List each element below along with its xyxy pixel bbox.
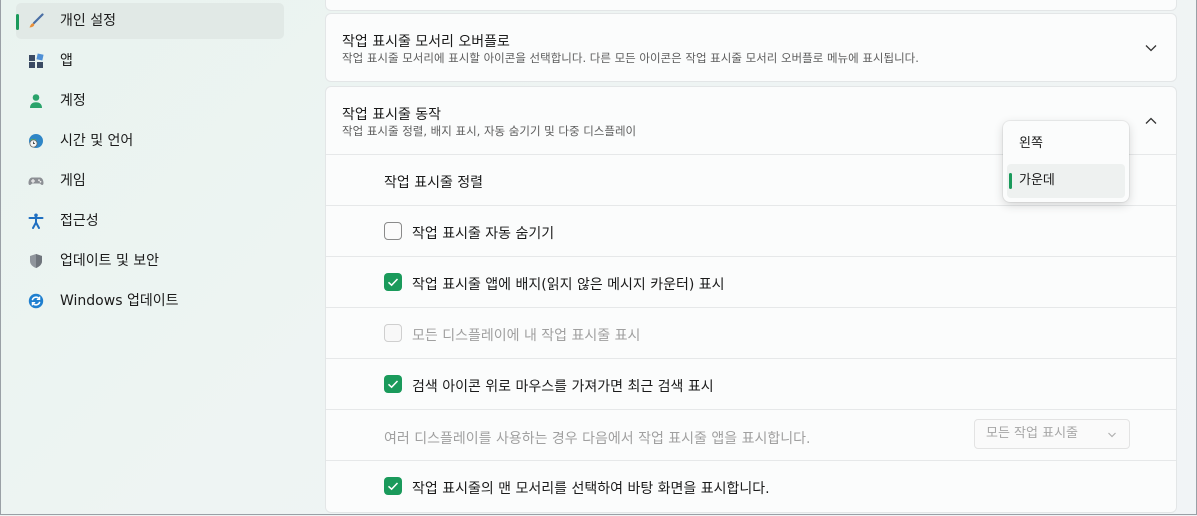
corner-desktop-checkbox[interactable] xyxy=(384,477,402,495)
alignment-label: 작업 표시줄 정렬 xyxy=(384,175,484,191)
checkmark-icon xyxy=(387,380,399,389)
all-displays-checkbox xyxy=(384,324,402,342)
card-title: 작업 표시줄 모서리 오버플로 xyxy=(342,34,510,50)
navigation-sidebar: 개인 설정 앱 계정 시간 및 언어 게임 접근성 업데이트 및 보안 Wind… xyxy=(0,0,300,516)
recent-search-label: 검색 아이콘 위로 마우스를 가져가면 최근 검색 표시 xyxy=(412,379,714,395)
sidebar-item-windows-update[interactable]: Windows 업데이트 xyxy=(16,283,284,319)
paintbrush-icon xyxy=(29,13,44,28)
sidebar-item-label: 개인 설정 xyxy=(60,13,116,29)
taskbar-corner-overflow-card[interactable]: 작업 표시줄 모서리 오버플로 작업 표시줄 모서리에 표시할 아이콘을 선택합… xyxy=(325,13,1177,82)
card-description: 작업 표시줄 정렬, 배지 표시, 자동 숨기기 및 다중 디스플레이 xyxy=(342,124,637,138)
badge-label: 작업 표시줄 앱에 배지(읽지 않은 메시지 카운터) 표시 xyxy=(412,277,725,293)
accessibility-icon xyxy=(28,213,44,229)
option-label: 가운데 xyxy=(1019,173,1055,188)
option-label: 왼쪽 xyxy=(1019,136,1043,151)
chevron-down-icon xyxy=(1108,432,1116,438)
windows-update-icon xyxy=(28,293,44,309)
chevron-up-icon[interactable] xyxy=(1144,114,1158,128)
selection-indicator xyxy=(1009,173,1012,189)
globe-clock-icon xyxy=(29,134,43,148)
card-description: 작업 표시줄 모서리에 표시할 아이콘을 선택합니다. 다른 모든 아이콘은 작… xyxy=(342,51,919,65)
multi-display-label: 여러 디스플레이를 사용하는 경우 다음에서 작업 표시줄 앱을 표시합니다. xyxy=(384,431,811,447)
sidebar-item-label: 시간 및 언어 xyxy=(60,133,134,149)
recent-search-row[interactable]: 검색 아이콘 위로 마우스를 가져가면 최근 검색 표시 xyxy=(326,358,1176,410)
previous-setting-card xyxy=(325,0,1177,11)
sidebar-item-label: Windows 업데이트 xyxy=(60,293,179,309)
sidebar-item-personalization[interactable]: 개인 설정 xyxy=(16,3,284,39)
gamepad-icon xyxy=(28,177,44,185)
sidebar-item-update-security[interactable]: 업데이트 및 보안 xyxy=(16,243,284,279)
selection-indicator xyxy=(16,14,19,30)
checkmark-icon xyxy=(387,278,399,287)
multi-display-row: 여러 디스플레이를 사용하는 경우 다음에서 작업 표시줄 앱을 표시합니다. … xyxy=(326,409,1176,461)
shield-icon xyxy=(30,254,42,268)
auto-hide-row[interactable]: 작업 표시줄 자동 숨기기 xyxy=(326,205,1176,257)
sidebar-item-accounts[interactable]: 계정 xyxy=(16,83,284,119)
sidebar-item-apps[interactable]: 앱 xyxy=(16,43,284,79)
sidebar-item-label: 게임 xyxy=(60,173,86,189)
alignment-option-center[interactable]: 가운데 xyxy=(1007,164,1125,198)
auto-hide-label: 작업 표시줄 자동 숨기기 xyxy=(412,226,555,242)
card-title: 작업 표시줄 동작 xyxy=(342,107,442,123)
alignment-dropdown: 왼쪽 가운데 xyxy=(1003,121,1129,202)
all-displays-row: 모든 디스플레이에 내 작업 표시줄 표시 xyxy=(326,307,1176,359)
person-icon xyxy=(30,94,42,108)
sidebar-item-label: 계정 xyxy=(60,93,86,109)
corner-desktop-row[interactable]: 작업 표시줄의 맨 모서리를 선택하여 바탕 화면을 표시합니다. xyxy=(326,460,1176,513)
sidebar-item-label: 접근성 xyxy=(60,213,99,229)
sidebar-item-label: 앱 xyxy=(60,53,73,69)
sidebar-item-gaming[interactable]: 게임 xyxy=(16,163,284,199)
checkmark-icon xyxy=(387,482,399,491)
sidebar-item-accessibility[interactable]: 접근성 xyxy=(16,203,284,239)
corner-desktop-label: 작업 표시줄의 맨 모서리를 선택하여 바탕 화면을 표시합니다. xyxy=(412,481,770,497)
sidebar-item-time-language[interactable]: 시간 및 언어 xyxy=(16,123,284,159)
all-displays-label: 모든 디스플레이에 내 작업 표시줄 표시 xyxy=(412,328,641,344)
apps-icon xyxy=(29,53,44,68)
multi-display-select: 모든 작업 표시줄 xyxy=(974,419,1130,449)
auto-hide-checkbox[interactable] xyxy=(384,222,402,240)
alignment-option-left[interactable]: 왼쪽 xyxy=(1007,127,1125,161)
multi-display-select-value: 모든 작업 표시줄 xyxy=(986,426,1078,441)
badge-row[interactable]: 작업 표시줄 앱에 배지(읽지 않은 메시지 카운터) 표시 xyxy=(326,256,1176,308)
badge-checkbox[interactable] xyxy=(384,273,402,291)
chevron-down-icon[interactable] xyxy=(1144,41,1158,55)
recent-search-checkbox[interactable] xyxy=(384,375,402,393)
sidebar-item-label: 업데이트 및 보안 xyxy=(60,253,160,269)
